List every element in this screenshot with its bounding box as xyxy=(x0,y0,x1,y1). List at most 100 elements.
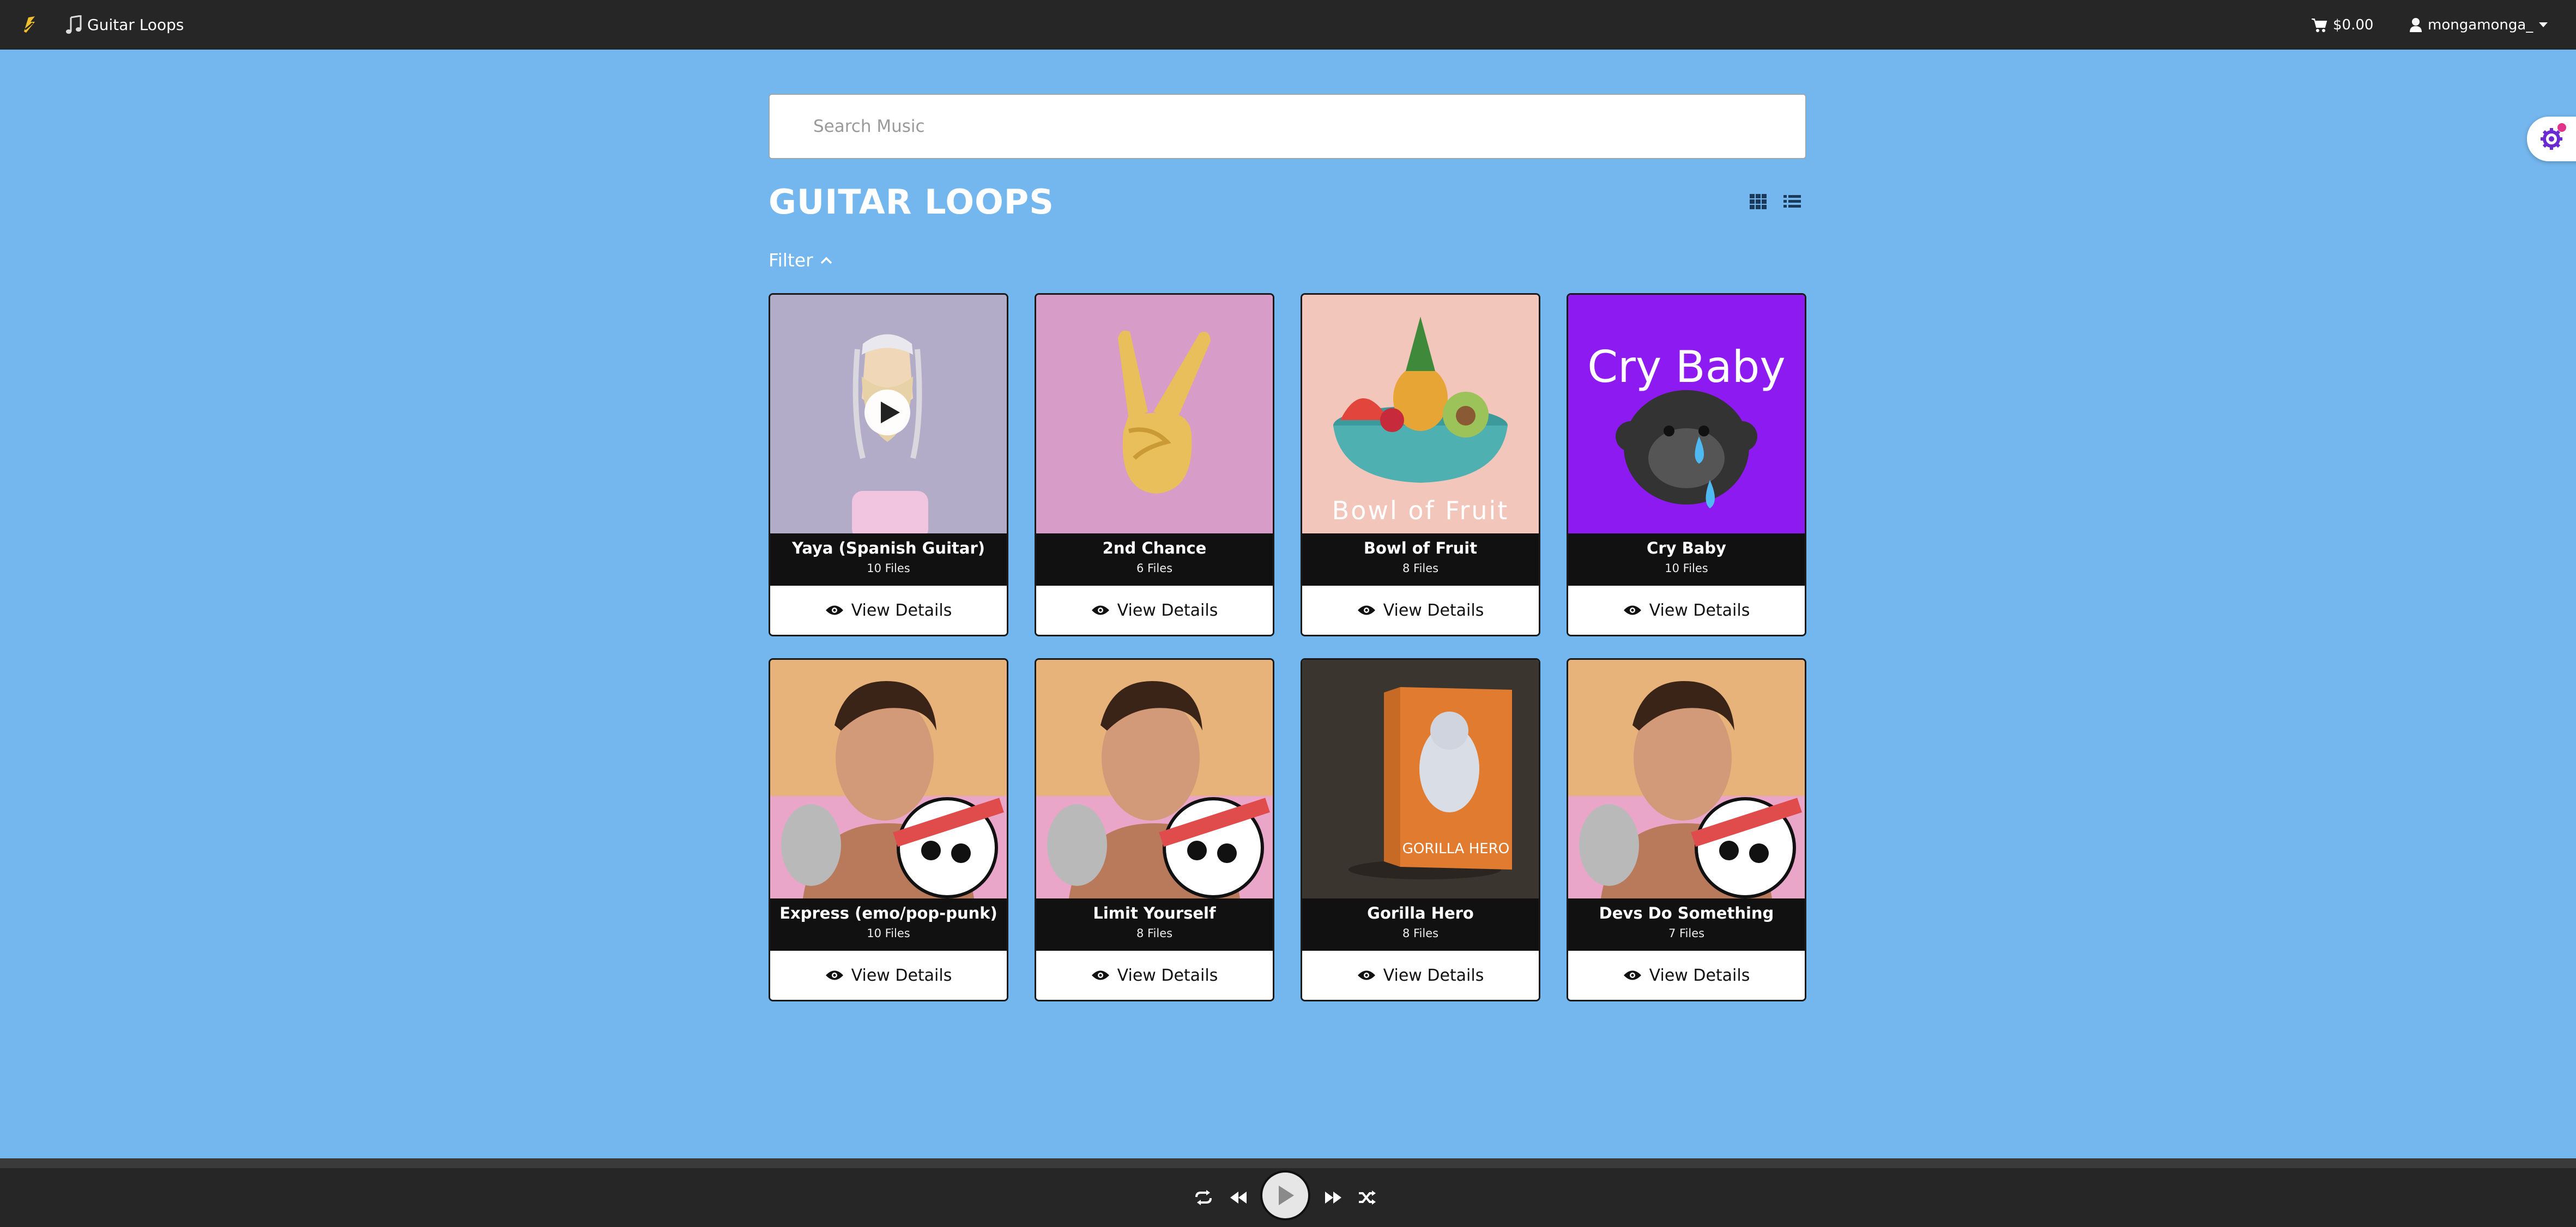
card-meta: Devs Do Something 7 Files xyxy=(1568,898,1805,951)
card-meta: 2nd Chance 6 Files xyxy=(1036,533,1273,586)
user-icon xyxy=(2410,17,2422,32)
music-note-icon xyxy=(66,15,82,34)
card-title[interactable]: Express (emo/pop-punk) xyxy=(770,904,1007,922)
cover-art-portrait-skull[interactable] xyxy=(1036,660,1273,898)
view-details-button[interactable]: View Details xyxy=(770,951,1007,1000)
rewind-icon xyxy=(1230,1192,1247,1204)
cover-art-fruit-bowl[interactable]: Bowl of Fruit xyxy=(1302,295,1539,533)
card-file-count: 7 Files xyxy=(1668,927,1705,940)
cart-total: $0.00 xyxy=(2333,16,2374,33)
loop-card[interactable]: Express (emo/pop-punk) 10 Files View Det… xyxy=(769,658,1008,1001)
filter-label: Filter xyxy=(769,250,813,271)
eye-icon xyxy=(1091,605,1109,615)
card-title[interactable]: Devs Do Something xyxy=(1568,904,1805,922)
filter-toggle[interactable]: Filter xyxy=(769,250,833,271)
view-details-label: View Details xyxy=(1117,600,1218,620)
cover-art-crying-gorilla[interactable]: Cry Baby xyxy=(1568,295,1805,533)
view-details-label: View Details xyxy=(1649,965,1750,985)
card-title[interactable]: Bowl of Fruit xyxy=(1302,539,1539,557)
loop-card[interactable]: Bowl of Fruit Bowl of Fruit 8 Files View… xyxy=(1301,293,1540,636)
card-meta: Bowl of Fruit 8 Files xyxy=(1302,533,1539,586)
view-details-button[interactable]: View Details xyxy=(1568,586,1805,635)
card-meta: Express (emo/pop-punk) 10 Files xyxy=(770,898,1007,951)
page-title: GUITAR LOOPS xyxy=(769,182,1054,222)
eye-icon xyxy=(1623,970,1641,980)
chevron-up-icon xyxy=(820,257,832,264)
eye-icon xyxy=(1357,605,1375,615)
card-title[interactable]: Gorilla Hero xyxy=(1302,904,1539,922)
loop-card[interactable]: Devs Do Something 7 Files View Details xyxy=(1567,658,1806,1001)
eye-icon xyxy=(1623,605,1641,615)
loop-card[interactable]: Limit Yourself 8 Files View Details xyxy=(1035,658,1274,1001)
view-details-label: View Details xyxy=(1383,600,1484,620)
card-file-count: 10 Files xyxy=(867,562,910,575)
play-icon xyxy=(1279,1186,1294,1205)
view-details-button[interactable]: View Details xyxy=(1568,951,1805,1000)
eye-icon xyxy=(1357,970,1375,980)
eye-icon xyxy=(1091,970,1109,980)
view-details-label: View Details xyxy=(1649,600,1750,620)
view-details-label: View Details xyxy=(851,600,952,620)
card-meta: Yaya (Spanish Guitar) 10 Files xyxy=(770,533,1007,586)
card-title[interactable]: Limit Yourself xyxy=(1036,904,1273,922)
view-details-button[interactable]: View Details xyxy=(1036,951,1273,1000)
loop-card[interactable]: Yaya (Spanish Guitar) 10 Files View Deta… xyxy=(769,293,1008,636)
cover-art-title: GORILLA HERO xyxy=(1402,841,1509,857)
shuffle-button[interactable] xyxy=(1355,1168,1379,1227)
loop-card[interactable]: Cry Baby Cry Baby 10 Files View Details xyxy=(1567,293,1806,636)
view-details-label: View Details xyxy=(851,965,952,985)
card-file-count: 10 Files xyxy=(867,927,910,940)
fast-forward-icon xyxy=(1325,1192,1341,1204)
view-details-button[interactable]: View Details xyxy=(1302,586,1539,635)
view-details-button[interactable]: View Details xyxy=(1036,586,1273,635)
card-title[interactable]: Cry Baby xyxy=(1568,539,1805,557)
cover-art-product-box[interactable]: GORILLA HERO xyxy=(1302,660,1539,898)
username: mongamonga_ xyxy=(2428,16,2533,33)
loop-card[interactable]: 2nd Chance 6 Files View Details xyxy=(1035,293,1274,636)
loop-card[interactable]: GORILLA HERO Gorilla Hero 8 Files View D… xyxy=(1301,658,1540,1001)
view-details-label: View Details xyxy=(1383,965,1484,985)
caret-down-icon xyxy=(2539,22,2548,27)
nav-title: Guitar Loops xyxy=(87,16,184,34)
card-title[interactable]: Yaya (Spanish Guitar) xyxy=(770,539,1007,557)
cover-art-peace-hand[interactable] xyxy=(1036,295,1273,533)
nav-brand[interactable]: Guitar Loops xyxy=(65,0,184,50)
player-progress-bar[interactable] xyxy=(0,1158,2576,1168)
cover-art-title: Bowl of Fruit xyxy=(1332,496,1509,525)
view-details-label: View Details xyxy=(1117,965,1218,985)
search-bar xyxy=(769,94,1806,159)
eye-icon xyxy=(825,605,843,615)
cart-button[interactable]: $0.00 xyxy=(2311,0,2373,50)
repeat-icon xyxy=(1195,1190,1212,1205)
fast-forward-button[interactable] xyxy=(1321,1168,1345,1227)
card-title[interactable]: 2nd Chance xyxy=(1036,539,1273,557)
cover-art-bearded-man[interactable] xyxy=(770,295,1007,533)
top-navbar: Guitar Loops $0.00 mongamonga_ xyxy=(0,0,2576,50)
rewind-button[interactable] xyxy=(1226,1168,1250,1227)
card-file-count: 10 Files xyxy=(1665,562,1708,575)
user-menu[interactable]: mongamonga_ xyxy=(2409,0,2548,50)
card-file-count: 8 Files xyxy=(1136,927,1173,940)
grid-view-icon[interactable] xyxy=(1749,192,1768,211)
cover-art-portrait-skull[interactable] xyxy=(770,660,1007,898)
repeat-button[interactable] xyxy=(1192,1168,1216,1227)
cart-icon xyxy=(2312,18,2327,32)
shuffle-icon xyxy=(1359,1190,1376,1205)
view-details-button[interactable]: View Details xyxy=(770,586,1007,635)
loops-grid: Yaya (Spanish Guitar) 10 Files View Deta… xyxy=(769,293,1806,1001)
card-file-count: 6 Files xyxy=(1136,562,1173,575)
view-details-button[interactable]: View Details xyxy=(1302,951,1539,1000)
settings-widget[interactable] xyxy=(2527,117,2576,161)
play-button[interactable] xyxy=(1260,1170,1310,1220)
logo-icon[interactable] xyxy=(19,13,40,35)
notification-dot xyxy=(2557,123,2566,132)
search-input[interactable] xyxy=(813,95,1805,158)
cover-art-portrait-skull[interactable] xyxy=(1568,660,1805,898)
view-toggle xyxy=(1749,192,1802,211)
list-view-icon[interactable] xyxy=(1782,192,1802,211)
card-file-count: 8 Files xyxy=(1402,927,1439,940)
eye-icon xyxy=(825,970,843,980)
card-meta: Limit Yourself 8 Files xyxy=(1036,898,1273,951)
cover-art-title: Cry Baby xyxy=(1587,342,1786,392)
card-file-count: 8 Files xyxy=(1402,562,1439,575)
